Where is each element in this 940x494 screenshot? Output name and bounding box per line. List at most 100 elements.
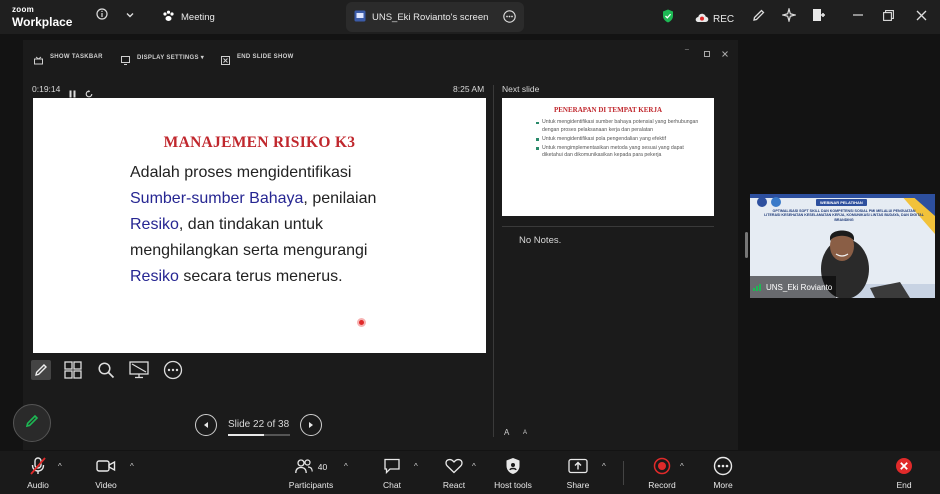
share-caret-icon[interactable]: ^	[602, 462, 606, 471]
chevron-down-icon[interactable]	[125, 8, 135, 23]
zoom-magnifier-icon[interactable]	[96, 360, 116, 380]
rec-label: REC	[713, 13, 735, 25]
chat-bubble-icon	[383, 458, 401, 476]
host-tools-button[interactable]: Host tools	[483, 457, 543, 490]
chat-label: Chat	[383, 480, 401, 490]
pane-divider[interactable]	[493, 85, 494, 437]
taskbar-icon[interactable]	[34, 52, 43, 70]
slide-body: Adalah proses mengidentifikasi Sumber-su…	[130, 160, 470, 290]
next-slide-bullet: Untuk mengidentifikasi sumber bahaya pot…	[536, 119, 702, 134]
next-slide-bullets: Untuk mengidentifikasi sumber bahaya pot…	[536, 119, 702, 161]
info-icon[interactable]	[96, 8, 108, 23]
display-settings-icon[interactable]	[121, 52, 130, 70]
audio-label: Audio	[27, 480, 49, 490]
chat-button[interactable]: Chat	[362, 457, 422, 490]
app-logo-line2: Workplace	[12, 15, 73, 29]
tab-meeting-label: Meeting	[181, 11, 215, 23]
restore-icon[interactable]	[883, 9, 894, 24]
slide-counter: Slide 22 of 38	[228, 419, 290, 430]
next-slide-bullet: Untuk mengidentifikasi pola pengendalian…	[536, 136, 702, 144]
previous-slide-button[interactable]	[195, 414, 217, 436]
video-label: Video	[95, 480, 117, 490]
paw-icon	[162, 10, 175, 25]
heart-icon	[445, 458, 463, 476]
video-caret-icon[interactable]: ^	[130, 462, 134, 471]
increase-font-button[interactable]: A	[504, 428, 509, 437]
banner-badge: WEBINAR PELATIHAN	[816, 199, 867, 206]
recording-indicator[interactable]: REC	[695, 10, 734, 28]
more-label: More	[713, 480, 733, 490]
see-all-slides-icon[interactable]	[63, 360, 83, 380]
share-button[interactable]: Share	[548, 457, 608, 490]
record-label: Record	[648, 480, 676, 490]
meeting-controls-bar: Audio ^ Video ^ 40 Participants ^ Chat ^…	[0, 451, 940, 494]
annotate-pen-icon[interactable]	[752, 8, 766, 25]
annotate-floating-button[interactable]	[13, 404, 51, 442]
video-button[interactable]: Video	[76, 457, 136, 490]
slide-progress-track	[228, 434, 290, 436]
black-screen-icon[interactable]	[129, 360, 149, 380]
participant-video-tile[interactable]: WEBINAR PELATIHAN OPTIMALISASI SOFT SKIL…	[750, 194, 935, 298]
share-label: Share	[566, 480, 590, 490]
notes-divider[interactable]	[502, 226, 714, 227]
tab-screen-label: UNS_Eki Rovianto's screen	[372, 11, 489, 23]
slide-highlight-risk-1: Resiko	[130, 216, 179, 233]
slide-highlight-hazards: Sumber-sumber Bahaya	[130, 190, 304, 207]
minimize-icon[interactable]	[852, 6, 864, 23]
tab-meeting[interactable]: Meeting	[158, 2, 218, 32]
end-slide-show-button[interactable]: END SLIDE SHOW	[237, 54, 294, 60]
decrease-font-button[interactable]: A	[523, 430, 527, 436]
next-slide-label: Next slide	[502, 84, 540, 94]
more-dots-icon	[713, 456, 733, 478]
slide-line-3-rest: , dan tindakan untuk	[178, 216, 324, 233]
participant-name: UNS_Eki Rovianto	[766, 282, 833, 292]
audio-caret-icon[interactable]: ^	[58, 462, 62, 471]
slide-highlight-risk-2: Resiko	[130, 268, 179, 285]
screen-thumb-icon	[354, 10, 366, 25]
chat-caret-icon[interactable]: ^	[414, 462, 418, 471]
speaker-notes: No Notes.	[519, 235, 562, 246]
participants-icon	[294, 458, 313, 476]
end-show-icon[interactable]	[221, 52, 230, 70]
slide-line-1: Adalah proses mengidentifikasi	[130, 164, 352, 181]
more-options-icon[interactable]	[503, 10, 516, 26]
next-slide-button[interactable]	[300, 414, 322, 436]
react-label: React	[442, 480, 466, 490]
participants-button[interactable]: 40 Participants	[281, 457, 341, 490]
tab-screen-share[interactable]: UNS_Eki Rovianto's screen	[346, 2, 524, 32]
more-options-circle-icon[interactable]	[163, 360, 183, 380]
video-panel-resize-handle[interactable]	[745, 232, 748, 258]
laser-pointer-icon	[357, 318, 366, 327]
record-caret-icon[interactable]: ^	[680, 462, 684, 471]
muted-mic-icon	[29, 456, 47, 478]
current-slide: MANAJEMEN RISIKO K3 Adalah proses mengid…	[33, 98, 486, 353]
end-x-icon	[895, 457, 913, 477]
shield-icon[interactable]	[662, 9, 674, 26]
close-icon[interactable]	[916, 9, 927, 24]
more-button[interactable]: More	[693, 456, 753, 490]
video-camera-icon	[96, 459, 116, 475]
window-minimize-icon[interactable]: _	[685, 43, 689, 50]
participants-count: 40	[317, 462, 328, 472]
pen-tool-icon[interactable]	[31, 360, 51, 380]
end-meeting-button[interactable]: End	[874, 457, 934, 490]
signal-bars-icon	[753, 278, 763, 296]
next-slide-title: PENERAPAN DI TEMPAT KERJA	[553, 106, 663, 114]
elapsed-timer: 0:19:14	[32, 84, 61, 94]
slide-title: MANAJEMEN RISIKO K3	[163, 134, 356, 151]
record-icon	[653, 457, 671, 477]
new-share-icon[interactable]	[812, 8, 826, 25]
ai-sparkle-icon[interactable]	[780, 6, 798, 25]
display-settings-button[interactable]: DISPLAY SETTINGS ▾	[137, 54, 204, 61]
react-caret-icon[interactable]: ^	[472, 462, 476, 471]
slide-line-5-rest: secara terus menerus.	[178, 268, 343, 285]
window-restore-icon[interactable]	[704, 44, 710, 62]
host-tools-label: Host tools	[494, 480, 532, 490]
window-close-icon[interactable]	[722, 44, 728, 62]
participants-caret-icon[interactable]: ^	[344, 462, 348, 471]
show-taskbar-button[interactable]: SHOW TASKBAR	[50, 54, 103, 60]
next-slide-preview[interactable]: PENERAPAN DI TEMPAT KERJA Untuk mengiden…	[502, 98, 714, 216]
next-slide-bullet: Untuk mengimplementasikan metoda yang se…	[536, 145, 702, 160]
slide-progress-fill	[228, 434, 264, 436]
clock-time: 8:25 AM	[453, 84, 485, 94]
